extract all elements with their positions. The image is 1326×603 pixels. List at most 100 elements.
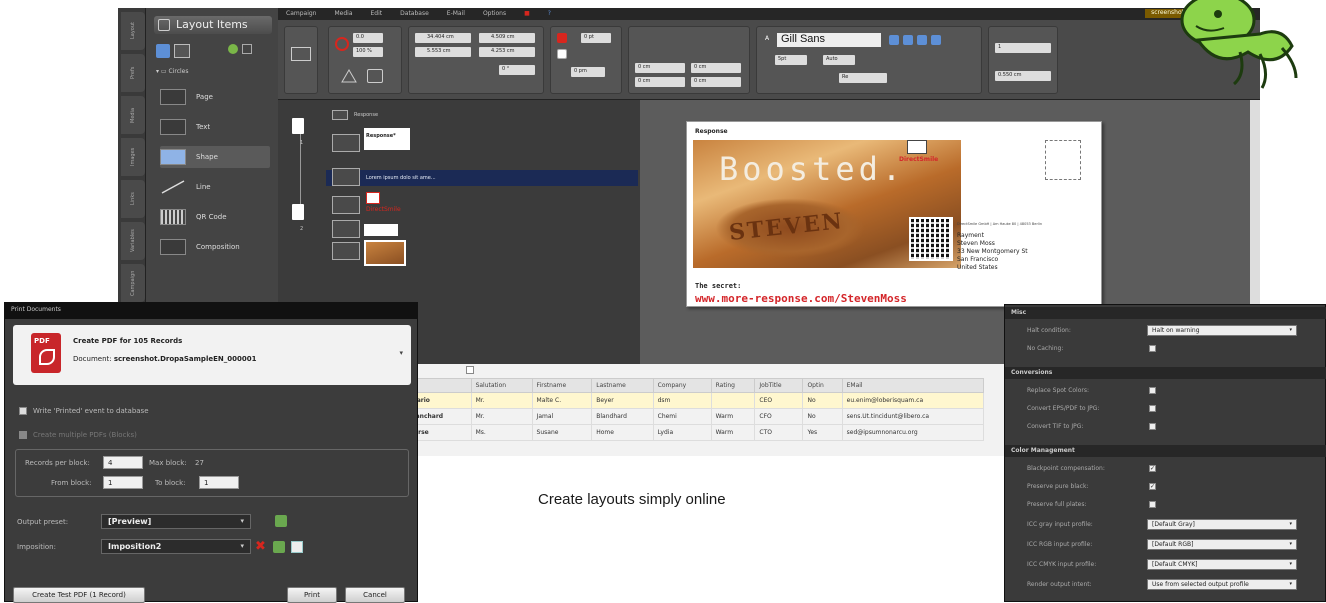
menu-campaign[interactable]: Campaign [286,10,316,18]
side-tab-variables[interactable]: Variables [121,222,145,260]
no-caching-checkbox[interactable] [1149,345,1156,352]
add-icon[interactable] [228,44,238,54]
column-header[interactable]: EMail [841,378,985,393]
menu-edit[interactable]: Edit [371,10,383,18]
render-intent-select[interactable]: Use from selected output profile ▾ [1147,579,1297,590]
zoom-field[interactable]: 0.0 [353,33,383,43]
align-right-button[interactable] [917,35,927,45]
edit-preset-icon[interactable] [275,515,287,527]
padding-top-field[interactable]: 0 cm [635,77,685,87]
justify-button[interactable] [931,35,941,45]
element-shape[interactable]: Shape [160,146,270,168]
postcard-preview[interactable]: Response Boosted. STEVEN DirectSmile Dir… [686,121,1102,307]
menu-email[interactable]: E-Mail [447,10,465,18]
fill-color-swatch[interactable] [557,33,567,43]
menu-database[interactable]: Database [400,10,429,18]
stroke-color-swatch[interactable] [557,49,567,59]
tree-node[interactable] [332,110,348,120]
imposition-select[interactable]: Imposition2 ▾ [101,539,251,554]
side-tab-campaign[interactable]: Campaign [121,264,145,302]
column-header[interactable]: JobTitle [754,378,804,393]
align-left-button[interactable] [889,35,899,45]
convert-tif-checkbox[interactable] [1149,423,1156,430]
x-position-field[interactable]: 34.404 cm [415,33,471,43]
tree-node-preview[interactable] [364,240,406,266]
chevron-down-icon[interactable]: ▾ [399,349,403,357]
halt-condition-select[interactable]: Halt on warning ▾ [1147,325,1297,336]
to-block-input[interactable]: 1 [199,476,239,489]
height-field[interactable]: 4.253 cm [479,47,535,57]
document-summary[interactable]: Create PDF for 105 Records Document: scr… [13,325,411,385]
element-composition[interactable]: Composition [160,236,270,258]
font-family-select[interactable]: Gill Sans [777,33,881,47]
rotation-field[interactable]: 0 ° [499,65,535,75]
column-header[interactable]: Rating [710,378,756,393]
tree-node-selected[interactable]: Lorem ipsum dolo sit ame... [326,170,638,186]
element-line[interactable]: Line [160,176,270,198]
help-icon[interactable]: ? [548,10,551,18]
column-header[interactable]: Optin [802,378,843,393]
table-row[interactable]: Horse Ms. Susane Home Lydia Warm CTO Yes… [404,424,985,441]
leading-field[interactable]: Auto [823,55,855,65]
side-tab-images[interactable]: Images [121,138,145,176]
align-center-button[interactable] [903,35,913,45]
column-header[interactable]: Firstname [531,378,593,393]
tree-root[interactable]: ▾ ▭ Circles [156,68,188,75]
side-tab-links[interactable]: Links [121,180,145,218]
full-plates-checkbox[interactable] [1149,501,1156,508]
edit-imposition-icon[interactable] [273,541,285,553]
padding-left-field[interactable]: 0 cm [635,63,685,73]
rgb-profile-select[interactable]: [Default RGB] ▾ [1147,539,1297,550]
element-text[interactable]: Text [160,116,270,138]
tree-node-preview[interactable]: Response* [364,128,410,150]
blackpoint-checkbox[interactable]: ✓ [1149,465,1156,472]
zoom-percent-field[interactable]: 100 % [353,47,383,57]
table-row[interactable]: osario Mr. Malte C. Beyer dsm CEO No eu.… [404,392,985,409]
padding-right-field[interactable]: 0 cm [691,63,741,73]
gutter-field[interactable]: 0.550 cm [995,71,1051,81]
perspective-icon[interactable] [341,69,357,83]
camera-icon[interactable] [367,69,383,83]
tree-node[interactable] [332,220,360,238]
tree-node[interactable] [332,168,360,186]
duplicate-icon[interactable] [242,44,252,54]
records-per-block-input[interactable]: 4 [103,456,143,469]
column-header[interactable]: Salutation [470,378,533,393]
tree-node-preview[interactable] [364,224,398,236]
font-size-field[interactable]: 5pt [775,55,807,65]
side-tab-layout[interactable]: Layout [121,12,145,50]
cancel-button[interactable]: Cancel [345,587,405,603]
add-layer-icon[interactable] [156,44,170,58]
from-block-input[interactable]: 1 [103,476,143,489]
width-field[interactable]: 4.509 cm [479,33,535,43]
zoom-icon[interactable] [335,37,349,51]
tree-node[interactable] [332,134,360,152]
table-row[interactable]: Blanchard Mr. Jamal Blandhard Chemi Warm… [404,408,985,425]
print-button[interactable]: Print [287,587,337,603]
columns-field[interactable]: 1 [995,43,1051,53]
element-page[interactable]: Page [160,86,270,108]
convert-eps-checkbox[interactable] [1149,405,1156,412]
side-tab-prefs[interactable]: Prefs [121,54,145,92]
flag-icon[interactable]: ■ [524,10,530,18]
tree-node[interactable] [332,196,360,214]
tree-node[interactable] [332,242,360,260]
cmyk-profile-select[interactable]: [Default CMYK] ▾ [1147,559,1297,570]
stroke-width-field[interactable]: 0 pt [581,33,611,43]
padding-bottom-field[interactable]: 0 cm [691,77,741,87]
side-tab-media[interactable]: Media [121,96,145,134]
image-icon[interactable] [174,44,190,58]
multi-pdf-checkbox[interactable] [19,431,27,439]
imposition-preview-icon[interactable] [291,541,303,553]
layout-view-icon[interactable] [291,47,311,61]
element-qr-code[interactable]: QR Code [160,206,270,228]
write-printed-checkbox[interactable] [19,407,27,415]
column-header[interactable]: Lastname [591,378,654,393]
menu-options[interactable]: Options [483,10,506,18]
output-preset-select[interactable]: [Preview] ▾ [101,514,251,529]
menu-media[interactable]: Media [334,10,352,18]
y-position-field[interactable]: 5.553 cm [415,47,471,57]
grid-select-all-checkbox[interactable] [466,366,474,374]
pure-black-checkbox[interactable]: ✓ [1149,483,1156,490]
gray-profile-select[interactable]: [Default Gray] ▾ [1147,519,1297,530]
